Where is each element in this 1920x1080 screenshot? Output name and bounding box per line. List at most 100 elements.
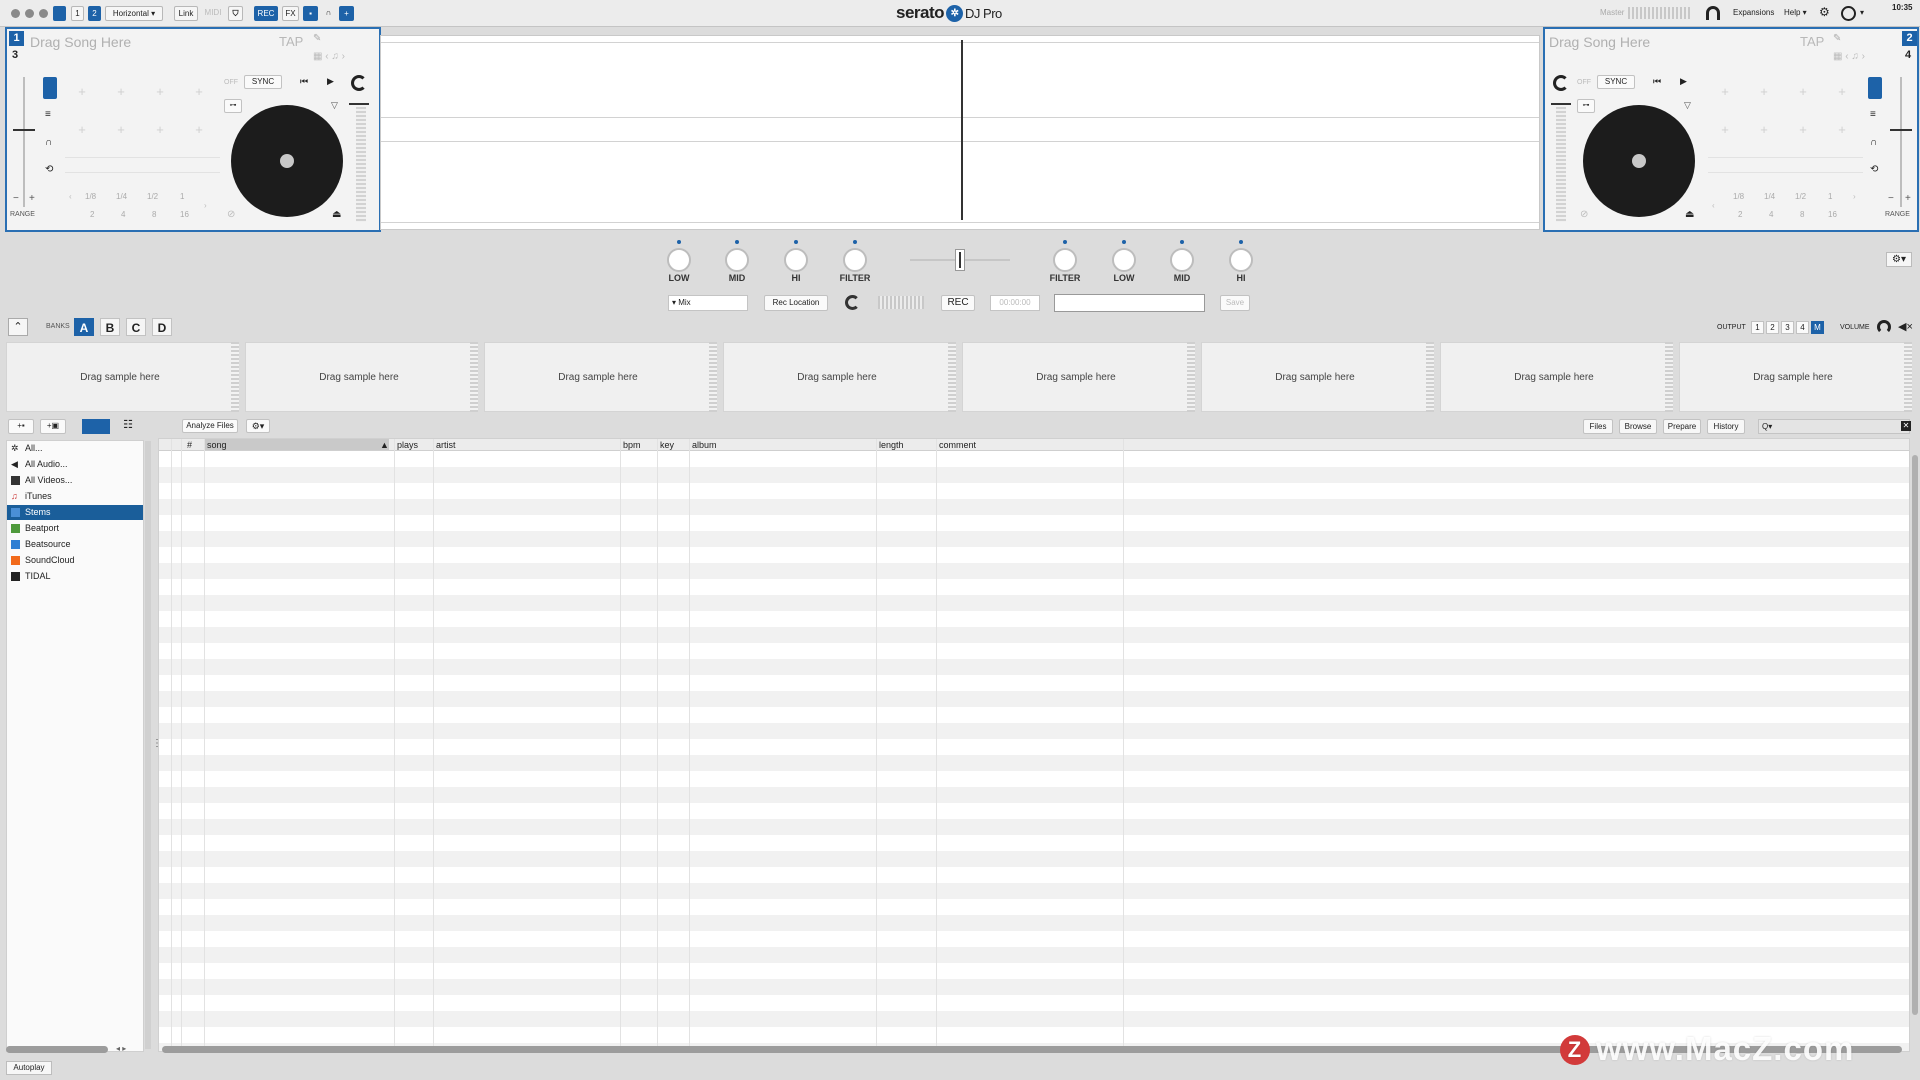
- gain-knob[interactable]: [351, 75, 367, 91]
- table-vertical-scrollbar[interactable]: [1912, 455, 1918, 1015]
- loop-length[interactable]: 2: [1738, 210, 1742, 219]
- eq-mid-knob-left[interactable]: [725, 240, 749, 272]
- tab-files[interactable]: Files: [1583, 419, 1613, 434]
- loop-length[interactable]: 4: [1769, 210, 1773, 219]
- record-source-dropdown[interactable]: ▾ Mix: [668, 295, 748, 311]
- help-menu[interactable]: Help ▾: [1784, 8, 1807, 17]
- loop-length[interactable]: 1: [180, 192, 184, 201]
- cue-pad[interactable]: +: [1747, 75, 1781, 109]
- window-minimize-button[interactable]: [25, 9, 34, 18]
- rec-panel-button[interactable]: REC: [254, 6, 278, 21]
- slip-icon[interactable]: ∩: [45, 137, 52, 148]
- autoplay-button[interactable]: Autoplay: [6, 1061, 52, 1075]
- tap-tempo-button[interactable]: TAP: [279, 34, 303, 49]
- filter-knob-right[interactable]: [1053, 240, 1077, 272]
- key-lock-icon[interactable]: ⊶: [224, 99, 242, 113]
- range-plus-button[interactable]: +: [1905, 193, 1911, 204]
- slip-icon[interactable]: ∩: [1870, 137, 1877, 148]
- pitch-slider-handle[interactable]: [1890, 129, 1912, 131]
- drag-song-prompt[interactable]: Drag Song Here: [1549, 34, 1650, 50]
- loop-length[interactable]: 1/4: [116, 192, 127, 201]
- sampler-panel-icon[interactable]: ▪: [303, 6, 318, 21]
- cue-pad[interactable]: +: [1786, 113, 1820, 147]
- eject-icon[interactable]: ⏏: [1685, 209, 1694, 220]
- record-gain-knob[interactable]: [845, 295, 860, 310]
- loop-length[interactable]: 1/4: [1764, 192, 1775, 201]
- analyze-files-button[interactable]: Analyze Files: [182, 419, 238, 433]
- sync-button[interactable]: SYNC: [244, 75, 282, 89]
- loop-prev-icon[interactable]: ‹: [1712, 201, 1715, 210]
- tab-prepare[interactable]: Prepare: [1663, 419, 1701, 434]
- eq-low-knob-right[interactable]: [1112, 240, 1136, 272]
- record-button[interactable]: REC: [941, 295, 975, 311]
- sidebar-horizontal-scrollbar[interactable]: [6, 1046, 108, 1053]
- filter-icon[interactable]: ▽: [331, 100, 338, 111]
- pitch-slider-handle[interactable]: [13, 129, 35, 131]
- cue-pad[interactable]: +: [65, 75, 99, 109]
- virtual-platter[interactable]: [1583, 105, 1695, 217]
- link-button[interactable]: Link: [174, 6, 198, 21]
- channel-fader-handle[interactable]: [1551, 103, 1571, 105]
- account-dropdown-icon[interactable]: ▾: [1860, 8, 1864, 17]
- column-header-number[interactable]: #: [187, 439, 192, 451]
- loop-length[interactable]: 8: [152, 210, 156, 219]
- cue-pad[interactable]: +: [1825, 113, 1859, 147]
- sidebar-item-all-videos[interactable]: All Videos...: [7, 473, 143, 488]
- deck-2-toggle[interactable]: 2: [88, 6, 101, 21]
- cue-pad[interactable]: +: [1708, 75, 1742, 109]
- loop-length[interactable]: 1/8: [85, 192, 96, 201]
- loop-length[interactable]: 8: [1800, 210, 1804, 219]
- sample-slot[interactable]: Drag sample here: [962, 342, 1190, 412]
- sample-slot[interactable]: Drag sample here: [723, 342, 951, 412]
- detail-view-icon[interactable]: ☷: [114, 419, 142, 434]
- output-4-button[interactable]: 4: [1796, 321, 1809, 334]
- settings-gear-icon[interactable]: ⚙: [1819, 5, 1830, 19]
- range-button[interactable]: RANGE: [10, 211, 35, 218]
- loop-length[interactable]: 1/2: [147, 192, 158, 201]
- range-minus-button[interactable]: −: [1888, 193, 1894, 204]
- cue-pad[interactable]: +: [104, 75, 138, 109]
- cue-mode-icon[interactable]: [1868, 77, 1882, 99]
- tab-browse[interactable]: Browse: [1619, 419, 1657, 434]
- save-recording-button[interactable]: Save: [1220, 295, 1250, 311]
- sync-off-button[interactable]: OFF: [1577, 79, 1591, 86]
- eq-hi-knob-right[interactable]: [1229, 240, 1253, 272]
- cue-pad[interactable]: +: [65, 113, 99, 147]
- sample-slot[interactable]: Drag sample here: [245, 342, 473, 412]
- sidebar-item-stems[interactable]: Stems: [7, 505, 143, 520]
- loop-length[interactable]: 4: [121, 210, 125, 219]
- sidebar-item-soundcloud[interactable]: SoundCloud: [7, 553, 143, 568]
- virtual-platter[interactable]: [231, 105, 343, 217]
- sidebar-item-tidal[interactable]: TIDAL: [7, 569, 143, 584]
- sidebar-scrollbar[interactable]: [145, 441, 151, 1049]
- loop-prev-icon[interactable]: ‹: [69, 192, 72, 201]
- mute-speaker-icon[interactable]: ◀×: [1898, 320, 1913, 333]
- rec-location-button[interactable]: Rec Location: [764, 295, 828, 311]
- pitch-slider-track[interactable]: [1900, 77, 1902, 207]
- range-button[interactable]: RANGE: [1885, 211, 1910, 218]
- prev-track-icon[interactable]: ⏮: [300, 76, 308, 87]
- drag-song-prompt[interactable]: Drag Song Here: [30, 34, 131, 50]
- edit-pencil-icon[interactable]: ✎: [1833, 33, 1841, 44]
- window-zoom-button[interactable]: [39, 9, 48, 18]
- cue-pad[interactable]: +: [143, 75, 177, 109]
- search-input[interactable]: Q▾: [1758, 419, 1910, 434]
- loop-length[interactable]: 1: [1828, 192, 1832, 201]
- output-1-button[interactable]: 1: [1751, 321, 1764, 334]
- list-view-icon[interactable]: [82, 419, 110, 434]
- scroll-arrows-icon[interactable]: ◂ ▸: [116, 1044, 126, 1053]
- column-header-bpm[interactable]: bpm: [623, 439, 641, 451]
- loop-next-icon[interactable]: ›: [204, 201, 207, 210]
- sample-slot[interactable]: Drag sample here: [6, 342, 234, 412]
- layout-dropdown[interactable]: Horizontal ▾: [105, 6, 163, 21]
- loop-slot[interactable]: [1708, 157, 1863, 173]
- censor-icon[interactable]: ⊘: [227, 209, 235, 220]
- library-settings-gear-icon[interactable]: ⚙▾: [246, 419, 270, 433]
- filter-knob-left[interactable]: [843, 240, 867, 272]
- column-header-length[interactable]: length: [879, 439, 904, 451]
- filter-icon[interactable]: ▽: [1684, 100, 1691, 111]
- headphones-icon[interactable]: [1706, 6, 1720, 20]
- sidebar-item-beatsource[interactable]: Beatsource: [7, 537, 143, 552]
- cue-pad[interactable]: +: [1786, 75, 1820, 109]
- headphones-icon[interactable]: ∩: [321, 6, 336, 21]
